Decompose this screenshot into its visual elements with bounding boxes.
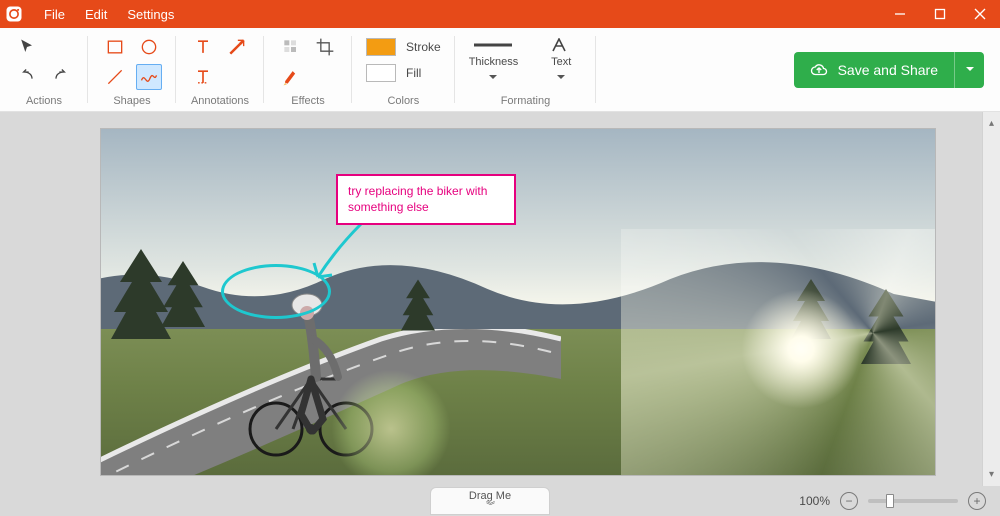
thickness-label: Thickness (469, 56, 519, 68)
annotation-text: try replacing the biker with something e… (348, 184, 487, 214)
zoom-slider-thumb[interactable] (886, 494, 894, 508)
text-format-label: Text (551, 56, 571, 68)
group-label-annotations: Annotations (176, 95, 264, 107)
pointer-tool[interactable] (14, 34, 40, 60)
chevron-down-icon (966, 67, 974, 75)
group-effects: Effects (264, 28, 352, 111)
fill-color-swatch[interactable] (366, 64, 396, 82)
stroke-label: Stroke (406, 40, 441, 54)
cloud-upload-icon (810, 61, 828, 79)
maximize-button[interactable] (920, 0, 960, 28)
workspace: try replacing the biker with something e… (0, 112, 1000, 486)
canvas[interactable]: try replacing the biker with something e… (0, 112, 982, 486)
group-label-effects: Effects (264, 95, 352, 107)
shape-ellipse[interactable] (136, 34, 162, 60)
group-actions: Actions (0, 28, 88, 111)
scroll-down-icon[interactable]: ▾ (989, 469, 994, 480)
blur-tool[interactable] (278, 34, 304, 60)
scroll-up-icon[interactable]: ▴ (989, 118, 994, 129)
group-colors: Stroke Fill Colors (352, 28, 455, 111)
group-label-shapes: Shapes (88, 95, 176, 107)
drag-handle[interactable]: Drag Me ︾ (430, 487, 550, 515)
chevron-down-icon (557, 75, 565, 83)
zoom-controls: 100% − + (799, 492, 1000, 510)
app-logo (0, 0, 28, 28)
zoom-level: 100% (799, 494, 830, 508)
arrow-tool[interactable] (224, 34, 250, 60)
menu-edit[interactable]: Edit (79, 7, 113, 22)
status-bar: Drag Me ︾ 100% − + (0, 486, 1000, 516)
shape-rectangle[interactable] (102, 34, 128, 60)
save-button-label: Save and Share (838, 62, 938, 78)
stroke-color-swatch[interactable] (366, 38, 396, 56)
zoom-out-button[interactable]: − (840, 492, 858, 510)
zoom-slider[interactable] (868, 499, 958, 503)
vertical-scrollbar[interactable]: ▴ ▾ (982, 112, 1000, 486)
group-label-formatting: Formating (455, 95, 597, 107)
window-controls (880, 0, 1000, 28)
menu-settings[interactable]: Settings (121, 7, 180, 22)
group-label-actions: Actions (0, 95, 88, 107)
fill-label: Fill (406, 66, 421, 80)
chevron-double-down-icon: ︾ (486, 502, 494, 511)
group-formatting: Thickness Text Formating (455, 28, 597, 111)
edited-image[interactable]: try replacing the biker with something e… (100, 128, 936, 476)
chevron-down-icon (489, 75, 497, 83)
text-box-tool[interactable] (190, 64, 216, 90)
annotation-arrow[interactable] (306, 219, 366, 289)
menu-file[interactable]: File (38, 7, 71, 22)
thickness-dropdown[interactable]: Thickness (469, 38, 519, 83)
shape-curve[interactable] (136, 64, 162, 90)
undo-button[interactable] (14, 64, 40, 90)
zoom-in-button[interactable]: + (968, 492, 986, 510)
highlighter-tool[interactable] (278, 64, 304, 90)
menu-bar: File Edit Settings (28, 7, 180, 22)
ribbon: Actions Shapes Annotations Effects (0, 28, 1000, 112)
save-dropdown[interactable] (954, 52, 984, 88)
close-button[interactable] (960, 0, 1000, 28)
text-tool[interactable] (190, 34, 216, 60)
title-bar: File Edit Settings (0, 0, 1000, 28)
save-and-share-button[interactable]: Save and Share (794, 52, 984, 88)
annotation-text-box[interactable]: try replacing the biker with something e… (336, 174, 516, 225)
group-label-colors: Colors (352, 95, 455, 107)
group-annotations: Annotations (176, 28, 264, 111)
text-format-dropdown[interactable]: Text (540, 38, 582, 83)
group-shapes: Shapes (88, 28, 176, 111)
crop-tool[interactable] (312, 34, 338, 60)
shape-line[interactable] (102, 64, 128, 90)
minimize-button[interactable] (880, 0, 920, 28)
redo-button[interactable] (48, 64, 74, 90)
